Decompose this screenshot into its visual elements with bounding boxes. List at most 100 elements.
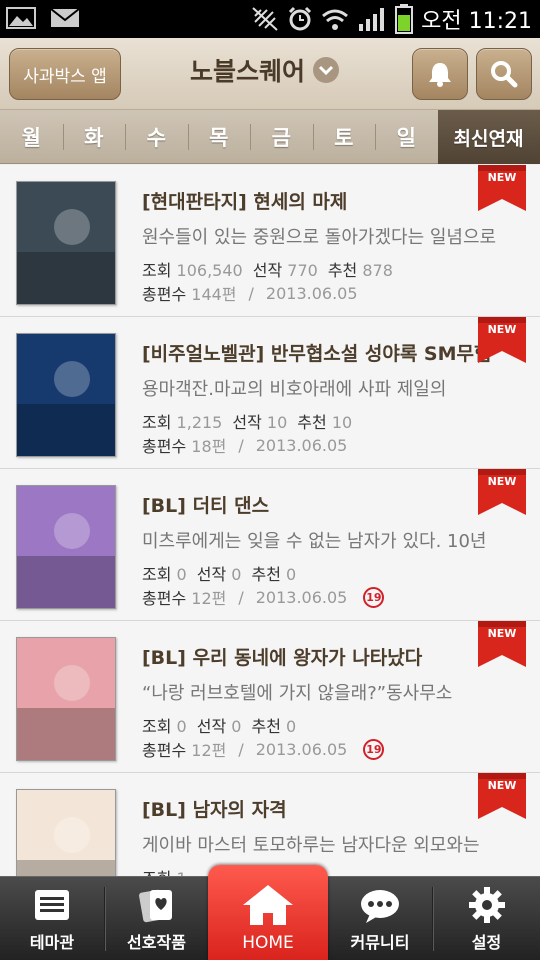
picks-value: 10 — [266, 413, 288, 432]
views-value: 1,215 — [176, 413, 223, 432]
bell-icon — [429, 63, 451, 87]
new-ribbon: NEW — [478, 165, 526, 211]
new-ribbon: NEW — [478, 773, 526, 819]
new-ribbon: NEW — [478, 469, 526, 515]
nav-label: HOME — [242, 933, 294, 953]
list-item[interactable]: [비주얼노벨관] 반무협소설 성야록 SM무협용마객잔.마교의 비호아래에 사파… — [0, 317, 540, 469]
total-value: 18편 — [191, 437, 227, 456]
notification-button[interactable] — [412, 48, 468, 100]
picks-value: 770 — [287, 261, 318, 280]
age-19-badge: 19 — [363, 586, 385, 608]
cover-image — [16, 181, 116, 305]
title-dropdown[interactable]: 노블스퀘어 — [190, 52, 340, 88]
tab-fri[interactable]: 금 — [250, 110, 313, 164]
nav-community[interactable]: 커뮤니티 — [328, 877, 432, 960]
status-bar: 오전 11:21 — [0, 0, 540, 38]
new-badge-label: NEW — [487, 171, 517, 184]
cover-image — [16, 637, 116, 761]
total-value: 144편 — [191, 285, 237, 304]
cover-image — [16, 789, 116, 876]
novel-description: 원수들이 있는 중원으로 돌아가겠다는 일념으로 — [142, 227, 497, 248]
theme-list-icon — [35, 890, 69, 920]
tab-wed[interactable]: 수 — [125, 110, 188, 164]
views-value: 106,540 — [176, 261, 243, 280]
search-button[interactable] — [476, 48, 532, 100]
image-icon — [6, 7, 36, 29]
recommends-value: 0 — [286, 717, 297, 736]
alarm-icon — [289, 6, 312, 31]
nav-home[interactable]: HOME — [208, 865, 328, 960]
novel-meta: 총편수 12편/2013.06.05 19 — [142, 737, 385, 761]
nav-favorites[interactable]: 선호작품 — [105, 877, 208, 960]
novel-title: [현대판타지] 현세의 마제 — [142, 191, 348, 213]
novel-title: [BL] 더티 댄스 — [142, 495, 270, 517]
nav-label: 커뮤니티 — [350, 933, 410, 952]
picks-label: 선작 — [196, 717, 227, 736]
recommends-label: 추천 — [251, 717, 281, 736]
picks-label: 선작 — [196, 565, 227, 584]
total-label: 총편수 — [142, 589, 187, 608]
list-item[interactable]: [현대판타지] 현세의 마제원수들이 있는 중원으로 돌아가겠다는 일념으로조회… — [0, 165, 540, 317]
total-value: 12편 — [191, 741, 227, 760]
total-label: 총편수 — [142, 437, 187, 456]
picks-label: 선작 — [252, 261, 283, 280]
recommends-value: 0 — [286, 565, 297, 584]
date-value: 2013.06.05 — [265, 283, 358, 303]
wifi-icon — [322, 9, 349, 30]
list-item[interactable]: [BL] 우리 동네에 왕자가 나타났다 “나랑 러브호텔에 가지 않을래?”동사… — [0, 621, 540, 773]
list-item[interactable]: [BL] 남자의 자격게이바 마스터 토모하루는 남자다운 외모와는조회 1 NE… — [0, 773, 540, 876]
tab-mon[interactable]: 월 — [0, 110, 63, 164]
tab-thu[interactable]: 목 — [187, 110, 251, 164]
cover-image — [16, 485, 116, 609]
views-label: 조회 — [142, 413, 172, 432]
list-item[interactable]: [BL] 더티 댄스미츠루에게는 잊을 수 없는 남자가 있다. 10년조회 0… — [0, 469, 540, 621]
novel-meta: 총편수 18편/2013.06.05 — [142, 433, 347, 457]
novel-stats: 조회 106,540 선작 770 추천 878 — [142, 257, 403, 281]
novel-stats: 조회 1 — [142, 865, 197, 876]
tab-tue[interactable]: 화 — [62, 110, 126, 164]
novel-title: [BL] 우리 동네에 왕자가 나타났다 — [142, 647, 423, 669]
views-label: 조회 — [142, 261, 172, 280]
battery-icon — [395, 4, 414, 34]
total-label: 총편수 — [142, 285, 187, 304]
novel-description: “나랑 러브호텔에 가지 않을래?”동사무소 — [142, 683, 453, 704]
views-label: 조회 — [142, 717, 172, 736]
nav-settings[interactable]: 설정 — [433, 877, 540, 960]
recommends-value: 878 — [362, 261, 393, 280]
views-value: 1 — [177, 869, 187, 876]
app-header: 사과박스 앱 노블스퀘어 — [0, 38, 540, 110]
novel-description: 용마객잔.마교의 비호아래에 사파 제일의 — [142, 379, 447, 400]
recommends-label: 추천 — [251, 565, 281, 584]
novel-description: 게이바 마스터 토모하루는 남자다운 외모와는 — [142, 835, 480, 856]
tab-sat[interactable]: 토 — [312, 110, 376, 164]
clock: 오전 11:21 — [421, 9, 532, 34]
silent-icon — [252, 7, 278, 31]
views-label: 조회 — [142, 565, 172, 584]
novel-title: [BL] 남자의 자격 — [142, 799, 287, 821]
tab-sun[interactable]: 일 — [375, 110, 438, 164]
gear-icon — [468, 887, 505, 923]
new-ribbon: NEW — [478, 621, 526, 667]
new-badge-label: NEW — [487, 627, 517, 640]
novel-list[interactable]: [현대판타지] 현세의 마제원수들이 있는 중원으로 돌아가겠다는 일념으로조회… — [0, 165, 540, 876]
picks-label: 선작 — [232, 413, 262, 432]
views-value: 0 — [176, 717, 187, 736]
page-title: 노블스퀘어 — [190, 57, 306, 86]
novel-meta: 총편수 12편/2013.06.05 19 — [142, 585, 385, 609]
age-19-badge: 19 — [363, 738, 385, 760]
novel-stats: 조회 0 선작 0 추천 0 — [142, 561, 306, 585]
views-label: 조회 — [142, 869, 171, 876]
nav-label: 설정 — [471, 933, 502, 952]
picks-value: 0 — [231, 565, 242, 584]
nav-label: 테마관 — [29, 933, 75, 952]
date-value: 2013.06.05 — [255, 739, 348, 759]
day-tabs: 월 화 수 목 금 토 일 최신연재 — [0, 110, 540, 164]
novel-title: [비주얼노벨관] 반무협소설 성야록 SM무협 — [142, 343, 492, 365]
apple-app-button[interactable]: 사과박스 앱 — [9, 48, 121, 100]
recommends-value: 10 — [331, 413, 353, 432]
chevron-down-icon — [313, 57, 340, 83]
tab-latest[interactable]: 최신연재 — [437, 110, 540, 164]
views-value: 0 — [176, 565, 187, 584]
novel-description: 미츠루에게는 잊을 수 없는 남자가 있다. 10년 — [142, 531, 487, 552]
nav-theme[interactable]: 테마관 — [0, 877, 104, 960]
